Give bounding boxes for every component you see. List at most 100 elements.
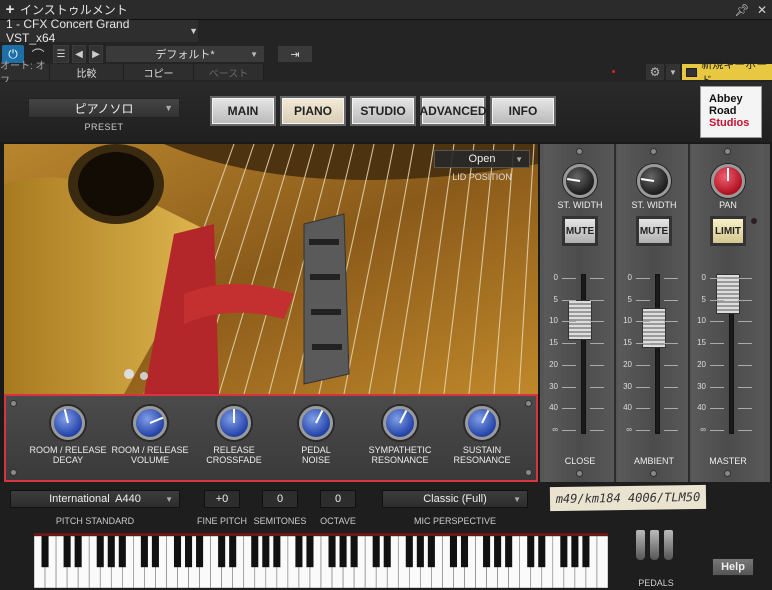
routing-icon[interactable]: ⇥: [278, 46, 312, 62]
black-key[interactable]: [107, 536, 115, 568]
black-key[interactable]: [372, 536, 380, 568]
black-key[interactable]: [538, 536, 546, 568]
black-key[interactable]: [74, 536, 82, 568]
master-fader[interactable]: [716, 274, 740, 314]
add-icon[interactable]: +: [0, 1, 20, 18]
new-keyboard-button[interactable]: 新規キーボード: [682, 59, 772, 87]
previous-preset-icon[interactable]: ◀: [72, 45, 86, 63]
black-key[interactable]: [118, 536, 126, 568]
black-key[interactable]: [218, 536, 226, 568]
black-key[interactable]: [306, 536, 314, 568]
tab-info[interactable]: INFO: [490, 96, 556, 126]
pin-icon[interactable]: 📌︎: [732, 3, 752, 17]
keyboard-keys[interactable]: [33, 535, 609, 589]
ambient-fader[interactable]: [642, 307, 666, 348]
knob-dial[interactable]: [299, 406, 333, 440]
close-mute-button[interactable]: MUTE: [562, 216, 598, 246]
black-key[interactable]: [427, 536, 435, 568]
ambient-mute-button[interactable]: MUTE: [636, 216, 672, 246]
tab-studio[interactable]: STUDIO: [350, 96, 416, 126]
black-key[interactable]: [494, 536, 502, 568]
room-release-decay-knob[interactable]: ROOM / RELEASE DECAY: [26, 396, 110, 465]
black-key[interactable]: [505, 536, 513, 568]
black-key[interactable]: [140, 536, 148, 568]
black-key[interactable]: [251, 536, 259, 568]
white-key[interactable]: [596, 535, 609, 589]
compare-button[interactable]: 比較: [50, 64, 124, 80]
pedal-soft[interactable]: [636, 530, 645, 560]
black-key[interactable]: [449, 536, 457, 568]
semitones-field[interactable]: 0: [262, 490, 298, 508]
pedals[interactable]: [636, 530, 680, 564]
black-key[interactable]: [151, 536, 159, 568]
black-key[interactable]: [582, 536, 590, 568]
knob-dial[interactable]: [133, 406, 167, 440]
help-button[interactable]: Help: [712, 558, 754, 576]
chevron-down-icon[interactable]: ▼: [666, 64, 680, 80]
fader-scale-tick: 10: [697, 316, 706, 326]
host-preset-dropdown[interactable]: デフォルト* ▼: [106, 46, 264, 62]
preset-dropdown[interactable]: ピアノソロ ▼: [28, 98, 180, 118]
fader-scale-line: [664, 343, 678, 345]
close-icon[interactable]: ✕: [752, 3, 772, 17]
knob-dial[interactable]: [383, 406, 417, 440]
master-limit-button[interactable]: LIMIT: [710, 216, 746, 246]
copy-button[interactable]: コピー: [124, 64, 194, 80]
pedal-sostenuto[interactable]: [650, 530, 659, 560]
room-release-volume-knob[interactable]: ROOM / RELEASE VOLUME: [108, 396, 192, 465]
black-key[interactable]: [295, 536, 303, 568]
pedal-sustain[interactable]: [664, 530, 673, 560]
lid-position-dropdown[interactable]: Open ▼: [434, 150, 530, 168]
tab-piano[interactable]: PIANO: [280, 96, 346, 126]
release-crossfade-knob[interactable]: RELEASE CROSSFADE: [192, 396, 276, 465]
fader-scale-line: [636, 408, 650, 410]
instrument-slot-selector[interactable]: 1 - CFX Concert Grand VST_x64 ▼: [0, 17, 198, 45]
screw-icon: [724, 470, 731, 477]
black-key[interactable]: [63, 536, 71, 568]
black-key[interactable]: [96, 536, 104, 568]
preset-menu-icon[interactable]: ☰: [53, 45, 69, 63]
knob-dial[interactable]: [217, 406, 251, 440]
pitch-standard-dropdown[interactable]: International A440 ▼: [10, 490, 180, 508]
mic-perspective-dropdown[interactable]: Classic (Full) ▼: [382, 490, 528, 508]
tab-advanced[interactable]: ADVANCED: [419, 96, 487, 126]
next-preset-icon[interactable]: ▶: [89, 45, 103, 63]
black-key[interactable]: [262, 536, 270, 568]
piano-keyboard[interactable]: [33, 533, 609, 589]
black-key[interactable]: [328, 536, 336, 568]
black-key[interactable]: [41, 536, 49, 568]
knob-label-line1: SUSTAIN: [462, 445, 502, 455]
close-fader[interactable]: [568, 300, 592, 341]
tab-main[interactable]: MAIN: [210, 96, 276, 126]
black-key[interactable]: [185, 536, 193, 568]
black-key[interactable]: [527, 536, 535, 568]
black-key[interactable]: [483, 536, 491, 568]
sustain-resonance-knob[interactable]: SUSTAIN RESONANCE: [440, 396, 524, 465]
screw-icon: [525, 469, 532, 476]
black-key[interactable]: [350, 536, 358, 568]
gear-icon[interactable]: ⚙: [646, 64, 664, 80]
master-pan-knob[interactable]: [711, 164, 745, 198]
paste-button[interactable]: ペースト: [194, 64, 264, 80]
black-key[interactable]: [196, 536, 204, 568]
fader-scale-tick: 10: [623, 316, 632, 326]
black-key[interactable]: [383, 536, 391, 568]
black-key[interactable]: [339, 536, 347, 568]
black-key[interactable]: [273, 536, 281, 568]
ambient-width-knob[interactable]: [637, 164, 671, 198]
pedal-noise-knob[interactable]: PEDAL NOISE: [274, 396, 358, 465]
sympathetic-resonance-knob[interactable]: SYMPATHETIC RESONANCE: [358, 396, 442, 465]
fine-pitch-field[interactable]: +0: [204, 490, 240, 508]
black-key[interactable]: [416, 536, 424, 568]
black-key[interactable]: [405, 536, 413, 568]
black-key[interactable]: [571, 536, 579, 568]
knob-dial[interactable]: [51, 406, 85, 440]
black-key[interactable]: [173, 536, 182, 568]
black-key[interactable]: [460, 536, 469, 568]
black-key[interactable]: [229, 536, 237, 568]
knob-dial[interactable]: [465, 406, 499, 440]
close-width-knob[interactable]: [563, 164, 597, 198]
octave-field[interactable]: 0: [320, 490, 356, 508]
black-key[interactable]: [560, 536, 568, 568]
auto-off-label[interactable]: オート: オフ: [0, 61, 50, 87]
